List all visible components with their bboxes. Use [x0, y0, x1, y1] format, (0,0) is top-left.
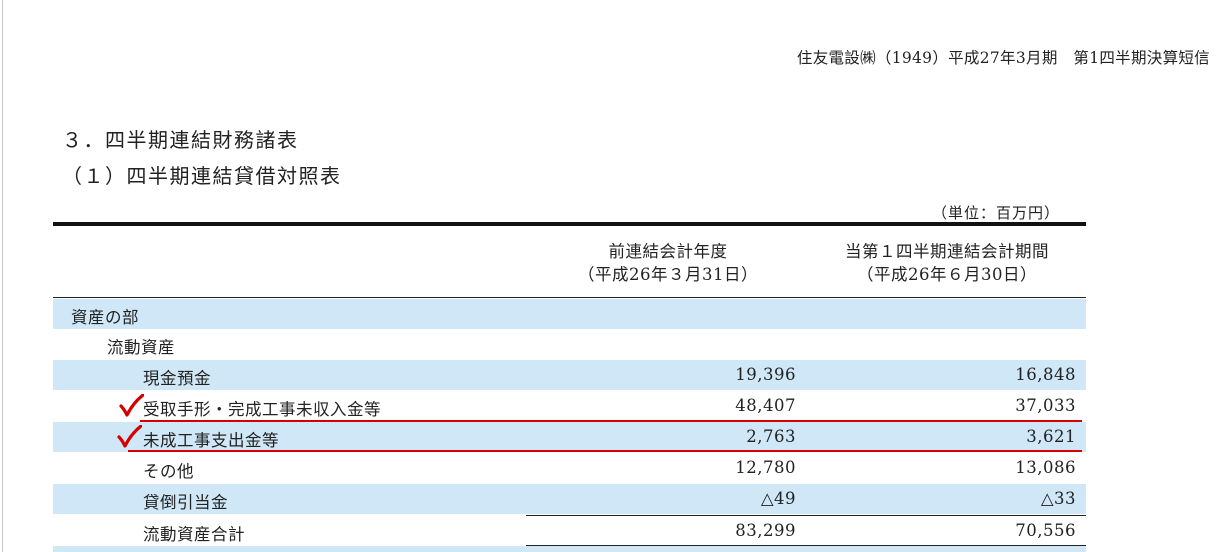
row-value-prior: 48,407 — [735, 396, 796, 415]
table-row-wip: 未成工事支出金等 2,763 3,621 — [53, 422, 1086, 452]
row-value-current: 13,086 — [1015, 458, 1076, 477]
column-header-prior-year-line2: （平成26年３月31日） — [578, 265, 758, 284]
row-value-current: 3,621 — [1026, 427, 1076, 446]
column-header-current-quarter-line2: （平成26年６月30日） — [857, 265, 1037, 284]
row-value-current: 16,848 — [1015, 365, 1076, 384]
red-underline-wip — [128, 450, 1082, 452]
subtotal-bottom-rule — [526, 545, 1086, 546]
column-header-prior-year-line1: 前連結会計年度 — [608, 242, 728, 261]
row-value-prior: △49 — [760, 489, 796, 508]
column-header-prior-year: 前連結会計年度 （平成26年３月31日） — [560, 240, 776, 286]
subsection-title: （１）四半期連結貸借対照表 — [62, 164, 342, 188]
subtotal-rule — [526, 515, 1086, 516]
row-value-current: △33 — [1040, 489, 1076, 508]
row-value-prior: 12,780 — [735, 458, 796, 477]
row-label: 受取手形・完成工事未収入金等 — [143, 400, 381, 419]
table-row-receivables: 受取手形・完成工事未収入金等 48,407 37,033 — [53, 391, 1086, 421]
row-label: 現金預金 — [143, 369, 211, 388]
row-label: 資産の部 — [71, 308, 139, 327]
red-underline-receivables — [140, 420, 1082, 422]
column-header-current-quarter-line1: 当第１四半期連結会計期間 — [845, 242, 1049, 261]
row-value-current: 70,556 — [1015, 521, 1076, 540]
row-label: 流動資産合計 — [143, 525, 245, 544]
table-row-cash: 現金預金 19,396 16,848 — [53, 360, 1086, 390]
header-rule — [53, 297, 1086, 298]
table-row-allowance: 貸倒引当金 △49 △33 — [53, 484, 1086, 514]
row-value-prior: 19,396 — [735, 365, 796, 384]
checkmark-icon — [119, 394, 144, 417]
row-label: 未成工事支出金等 — [143, 431, 279, 450]
section-title: ３．四半期連結財務諸表 — [62, 128, 299, 152]
row-label: その他 — [143, 462, 194, 481]
unit-label: （単位：百万円） — [932, 204, 1061, 222]
table-top-rule — [53, 222, 1086, 226]
table-row-next — [53, 546, 1086, 552]
table-row-current-assets: 流動資産 — [53, 329, 1086, 359]
row-value-prior: 83,299 — [735, 521, 796, 540]
table-row-other: その他 12,780 13,086 — [53, 453, 1086, 483]
row-label: 貸倒引当金 — [143, 493, 228, 512]
table-row-current-assets-total: 流動資産合計 83,299 70,556 — [53, 516, 1086, 546]
page-edge — [2, 0, 3, 552]
document-header: 住友電設㈱（1949）平成27年3月期 第1四半期決算短信 — [796, 49, 1210, 67]
row-value-prior: 2,763 — [746, 427, 796, 446]
row-value-current: 37,033 — [1015, 396, 1076, 415]
table-row-assets-section: 資産の部 — [53, 299, 1086, 329]
row-label: 流動資産 — [107, 338, 175, 357]
checkmark-icon — [117, 425, 142, 448]
column-header-current-quarter: 当第１四半期連結会計期間 （平成26年６月30日） — [818, 240, 1076, 286]
